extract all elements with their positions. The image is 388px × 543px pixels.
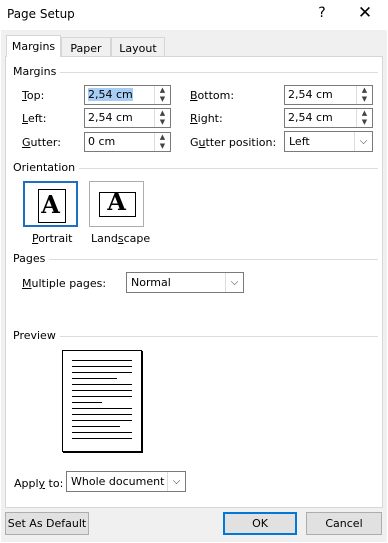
left-margin-spinner[interactable]: 2,54 cm ▲ ▼ (84, 108, 171, 128)
preview-line (72, 426, 120, 427)
apply-to-label: Apply to: (14, 477, 64, 490)
bottom-margin-spinner[interactable]: 2,54 cm ▲ ▼ (284, 85, 373, 105)
bottom-margin-arrows: ▲ ▼ (356, 86, 372, 104)
bottom-label: Bottom: (190, 89, 235, 102)
margins-group-label: Margins (13, 65, 61, 78)
bottom-margin-value[interactable]: 2,54 cm (288, 88, 333, 101)
margins-separator (13, 72, 378, 73)
top-margin-value[interactable]: 2,54 cm (88, 88, 133, 101)
preview-line (72, 420, 132, 421)
gutter-position-label: Gutter position: (190, 136, 277, 149)
preview-line (72, 384, 132, 385)
gutter-spinner[interactable]: 0 cm ▲ ▼ (84, 132, 171, 152)
top-label: Top: (22, 89, 45, 102)
help-icon[interactable]: ? (314, 5, 330, 21)
landscape-label[interactable]: Landscape (91, 232, 150, 245)
spin-up-icon[interactable]: ▲ (155, 109, 170, 118)
preview-line (72, 414, 132, 415)
preview-line (72, 432, 132, 433)
landscape-letter-icon: A (107, 187, 126, 216)
gutter-value[interactable]: 0 cm (88, 135, 115, 148)
left-margin-arrows: ▲ ▼ (154, 109, 170, 127)
ok-button[interactable]: OK (223, 512, 297, 535)
portrait-label[interactable]: Portrait (32, 232, 72, 245)
chevron-down-icon[interactable]: ⌵ (167, 472, 185, 491)
apply-to-dropdown[interactable]: Whole document ⌵ (66, 471, 186, 492)
spin-down-icon[interactable]: ▼ (357, 118, 372, 127)
top-margin-arrows: ▲ ▼ (154, 86, 170, 104)
spin-up-icon[interactable]: ▲ (155, 133, 170, 142)
preview-line (72, 390, 132, 391)
multiple-pages-value: Normal (131, 276, 171, 289)
portrait-button[interactable]: A (23, 181, 78, 227)
multiple-pages-label: Multiple pages: (22, 277, 107, 290)
preview-line (72, 366, 132, 367)
tab-layout[interactable]: Layout (111, 37, 165, 58)
spin-down-icon[interactable]: ▼ (357, 95, 372, 104)
chevron-down-icon[interactable]: ⌵ (225, 273, 243, 292)
spin-down-icon[interactable]: ▼ (155, 95, 170, 104)
multiple-pages-dropdown[interactable]: Normal ⌵ (126, 272, 244, 293)
gutter-position-dropdown[interactable]: Left ⌵ (284, 131, 373, 152)
orientation-group-label: Orientation (13, 161, 80, 174)
window-title: Page Setup (7, 7, 75, 21)
preview-line (72, 396, 132, 397)
right-margin-arrows: ▲ ▼ (356, 109, 372, 127)
tab-seam (7, 55, 60, 57)
spin-up-icon[interactable]: ▲ (357, 86, 372, 95)
spin-down-icon[interactable]: ▼ (155, 142, 170, 151)
spin-up-icon[interactable]: ▲ (357, 109, 372, 118)
preview-line (72, 372, 132, 373)
left-margin-value[interactable]: 2,54 cm (88, 111, 133, 124)
cancel-button[interactable]: Cancel (306, 512, 382, 535)
preview-line (72, 438, 132, 439)
tab-paper[interactable]: Paper (61, 37, 111, 58)
preview-separator (13, 336, 378, 337)
top-margin-spinner[interactable]: 2,54 cm ▲ ▼ (84, 85, 171, 105)
preview-group-label: Preview (13, 329, 60, 342)
left-label: Left: (22, 112, 47, 125)
close-icon[interactable]: ✕ (355, 3, 375, 23)
chevron-down-icon[interactable]: ⌵ (354, 132, 372, 151)
landscape-button[interactable]: A (89, 181, 144, 227)
page-preview (62, 350, 142, 452)
spin-up-icon[interactable]: ▲ (155, 86, 170, 95)
preview-line (72, 378, 117, 379)
gutter-label: Gutter: (22, 136, 61, 149)
pages-group-label: Pages (13, 252, 50, 265)
preview-line (72, 402, 102, 403)
apply-to-value: Whole document (71, 475, 165, 488)
right-margin-value[interactable]: 2,54 cm (288, 111, 333, 124)
spin-down-icon[interactable]: ▼ (155, 118, 170, 127)
gutter-arrows: ▲ ▼ (154, 133, 170, 151)
right-label: Right: (190, 112, 223, 125)
preview-line (72, 408, 132, 409)
portrait-letter-icon: A (41, 190, 60, 219)
preview-line (72, 360, 132, 361)
right-margin-spinner[interactable]: 2,54 cm ▲ ▼ (284, 108, 373, 128)
pages-separator (13, 259, 378, 260)
set-as-default-button[interactable]: Set As Default (5, 512, 89, 535)
gutter-position-value: Left (289, 135, 310, 148)
